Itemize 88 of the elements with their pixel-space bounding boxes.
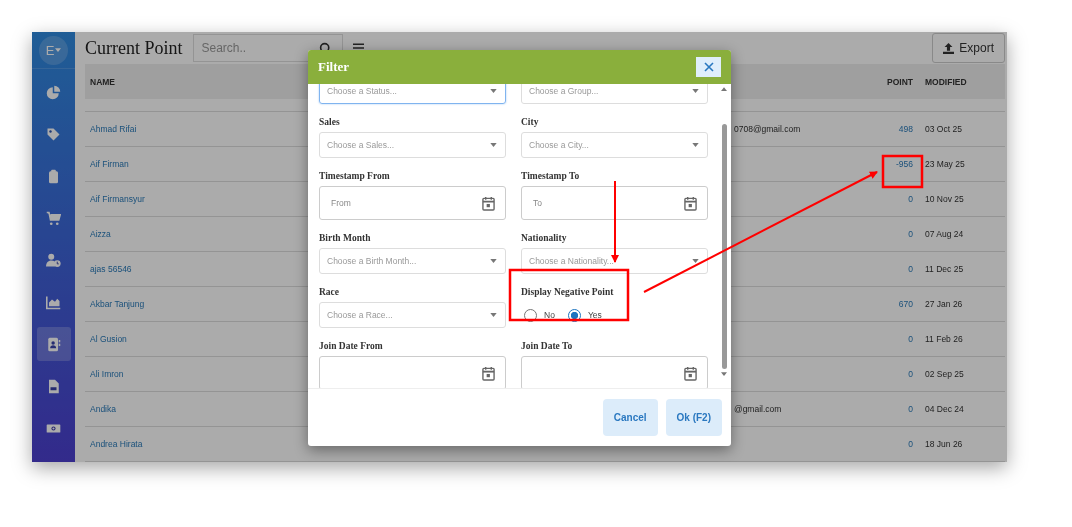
- scroll-up-icon[interactable]: [721, 87, 727, 91]
- caret-icon: [692, 259, 699, 263]
- modified-date-cell-text: 04 Dec 24: [925, 404, 965, 414]
- dropdown-placeholder: Choose a Status...: [327, 86, 397, 96]
- radio-option[interactable]: No: [524, 308, 555, 322]
- modified-date-cell-text: 18 Jun 26: [925, 439, 964, 449]
- page-title: Current Point: [85, 37, 183, 59]
- field-label: Sales: [319, 116, 341, 129]
- search-placeholder: Search..: [200, 41, 248, 55]
- field-label: Timestamp To: [521, 170, 581, 183]
- point-cell-text: 0: [907, 229, 914, 239]
- dropdown-field[interactable]: Choose a Group...: [521, 84, 708, 104]
- dropdown-field[interactable]: Choose a Birth Month...: [319, 248, 506, 274]
- date-placeholder: From: [331, 198, 351, 208]
- date-field[interactable]: [521, 356, 708, 388]
- modified-date-cell-text: 11 Dec 25: [925, 264, 965, 274]
- clipboard-icon: [46, 168, 61, 184]
- dropdown-placeholder: Choose a Group...: [529, 86, 599, 96]
- column-header: MODIFIED: [925, 76, 968, 87]
- calendar-icon[interactable]: [684, 195, 697, 211]
- scroll-down-icon[interactable]: [721, 372, 727, 376]
- dropdown-placeholder: Choose a Nationality...: [529, 256, 614, 266]
- dialog-title: Filter: [318, 59, 350, 75]
- ok-button[interactable]: Ok (F2): [665, 399, 722, 436]
- modified-date-cell-text: 07 Aug 24: [925, 229, 965, 239]
- date-field[interactable]: From: [319, 186, 506, 220]
- calendar-icon[interactable]: [482, 365, 495, 381]
- column-header: POINT: [886, 76, 914, 87]
- point-cell-text: 498: [897, 124, 914, 134]
- dropdown-field[interactable]: Choose a Race...: [319, 302, 506, 328]
- caret-icon: [692, 89, 699, 93]
- close-button[interactable]: [696, 57, 721, 77]
- radio-option[interactable]: Yes: [567, 308, 602, 322]
- point-cell-text: 0: [907, 264, 914, 274]
- modified-date-cell-text: 02 Sep 25: [925, 369, 965, 379]
- point-cell-text: 0: [907, 439, 914, 449]
- field-label: Join Date From: [319, 340, 384, 353]
- pie-chart-icon: [46, 84, 61, 100]
- caret-icon: [490, 259, 497, 263]
- calendar-icon[interactable]: [482, 195, 495, 211]
- field-label: Timestamp From: [319, 170, 391, 183]
- calendar-icon[interactable]: [684, 365, 697, 381]
- modified-date-cell-text: 23 May 25: [925, 159, 966, 169]
- point-cell-text: 0: [907, 369, 914, 379]
- export-button[interactable]: Export: [932, 33, 1005, 63]
- caret-icon: [490, 313, 497, 317]
- point-cell-text: 0: [907, 194, 914, 204]
- point-cell-text: -956: [895, 159, 914, 169]
- column-header: NAME: [89, 76, 117, 87]
- email-cell: @gmail.com: [734, 404, 782, 414]
- user-clock-icon: [46, 252, 61, 268]
- upload-icon: [943, 42, 955, 54]
- email-cell: 0708@gmail.com: [734, 124, 801, 134]
- highlight-box: [881, 154, 924, 189]
- caret-icon: [490, 143, 497, 147]
- date-field[interactable]: [319, 356, 506, 388]
- field-label: Race: [319, 286, 341, 299]
- cancel-button[interactable]: Cancel: [602, 399, 658, 436]
- modified-date-cell-text: 03 Oct 25: [925, 124, 963, 134]
- dropdown-field[interactable]: Choose a Sales...: [319, 132, 506, 158]
- field-label: Display Negative Point: [521, 286, 615, 299]
- caret-icon: [692, 143, 699, 147]
- point-cell-text: 0: [907, 404, 914, 414]
- dropdown-placeholder: Choose a City...: [529, 140, 589, 150]
- field-label: Nationality: [521, 232, 568, 245]
- modified-date-cell-text: 27 Jan 26: [925, 299, 964, 309]
- area-chart-icon: [46, 294, 61, 310]
- date-field[interactable]: To: [521, 186, 708, 220]
- dropdown-field[interactable]: Choose a Nationality...: [521, 248, 708, 274]
- dropdown-field[interactable]: Choose a City...: [521, 132, 708, 158]
- tag-icon: [46, 126, 61, 142]
- point-cell-text: 0: [907, 334, 914, 344]
- dropdown-placeholder: Choose a Race...: [327, 310, 393, 320]
- caret-icon: [490, 89, 497, 93]
- modified-date-cell-text: 10 Nov 25: [925, 194, 965, 204]
- dropdown-placeholder: Choose a Birth Month...: [327, 256, 417, 266]
- point-cell-text: 670: [897, 299, 914, 309]
- dropdown-field[interactable]: Choose a Status...: [319, 84, 506, 104]
- date-placeholder: To: [533, 198, 542, 208]
- document-icon: [46, 378, 61, 394]
- dropdown-placeholder: Choose a Sales...: [327, 140, 395, 150]
- field-label: Birth Month: [319, 232, 372, 245]
- modified-date-cell-text: 11 Feb 26: [925, 334, 964, 344]
- field-label: Join Date To: [521, 340, 574, 353]
- field-label: City: [521, 116, 540, 129]
- close-icon: [703, 62, 714, 72]
- address-book-icon: [46, 336, 61, 352]
- cart-icon: [46, 210, 61, 226]
